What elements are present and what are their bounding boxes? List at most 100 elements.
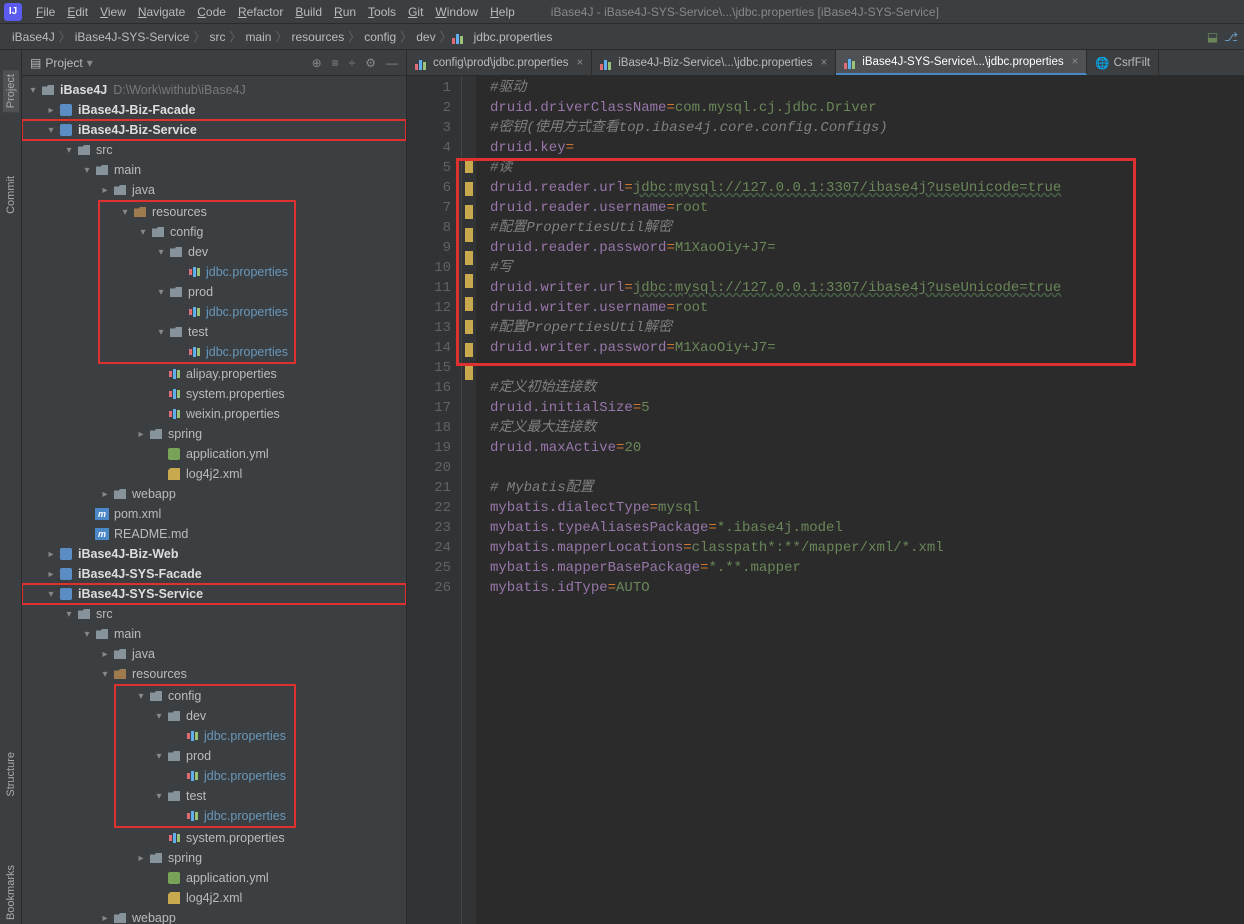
collapse-all-icon[interactable]: ÷ [349,56,356,70]
chevron-right-icon[interactable]: ▸ [44,549,58,560]
close-icon[interactable]: × [1072,56,1079,68]
editor-tab[interactable]: 🌐CsrfFilt [1087,50,1159,75]
code-area[interactable]: #驱动druid.driverClassName=com.mysql.cj.jd… [476,76,1244,924]
menu-refactor[interactable]: Refactor [232,3,289,21]
chevron-down-icon[interactable]: ▾ [80,165,94,176]
code-line[interactable]: druid.writer.url=jdbc:mysql://127.0.0.1:… [490,278,1244,298]
chevron-down-icon[interactable]: ▾ [44,589,58,600]
chevron-down-icon[interactable]: ▾ [154,247,168,258]
chevron-down-icon[interactable]: ▾ [134,691,148,702]
crumb[interactable]: jdbc.properties [470,30,557,44]
code-line[interactable]: mybatis.typeAliasesPackage=*.ibase4j.mod… [490,518,1244,538]
menu-git[interactable]: Git [402,3,429,21]
tree-item[interactable]: ▸java [22,180,406,200]
chevron-down-icon[interactable]: ▾ [62,609,76,620]
tree-item[interactable]: weixin.properties [22,404,406,424]
tree-item[interactable]: ▸webapp [22,908,406,924]
menu-navigate[interactable]: Navigate [132,3,191,21]
menu-code[interactable]: Code [191,3,232,21]
tree-item[interactable]: log4j2.xml [22,888,406,908]
tree-item[interactable]: ▾prod [116,746,294,766]
tree-item[interactable]: application.yml [22,868,406,888]
code-line[interactable]: #配置PropertiesUtil解密 [490,218,1244,238]
code-line[interactable]: #读 [490,158,1244,178]
tree-item[interactable]: ▸spring [22,424,406,444]
code-line[interactable]: #写 [490,258,1244,278]
chevron-down-icon[interactable]: ▾ [62,145,76,156]
code-line[interactable]: #配置PropertiesUtil解密 [490,318,1244,338]
tree-item[interactable]: ▸iBase4J-Biz-Web [22,544,406,564]
tree-item[interactable]: ▾src [22,140,406,160]
editor-tab[interactable]: iBase4J-SYS-Service\...\jdbc.properties× [836,50,1087,75]
tool-tab-bookmarks[interactable]: Bookmarks [3,861,19,924]
git-icon[interactable]: ⎇ [1224,30,1238,44]
code-line[interactable]: druid.reader.url=jdbc:mysql://127.0.0.1:… [490,178,1244,198]
chevron-down-icon[interactable]: ▾ [44,125,58,136]
crumb[interactable]: iBase4J-SYS-Service [71,30,194,44]
crumb[interactable]: config [360,30,400,44]
project-tree[interactable]: ▾iBase4JD:\Work\withub\iBase4J▸iBase4J-B… [22,76,406,924]
menu-view[interactable]: View [94,3,132,21]
tree-item[interactable]: alipay.properties [22,364,406,384]
menu-build[interactable]: Build [289,3,328,21]
tree-item[interactable]: ▾src [22,604,406,624]
chevron-right-icon[interactable]: ▸ [134,853,148,864]
hide-icon[interactable]: — [386,56,398,70]
tree-item[interactable]: jdbc.properties [100,342,294,362]
tree-item[interactable]: ▾dev [100,242,294,262]
tree-item[interactable]: system.properties [22,384,406,404]
code-line[interactable]: mybatis.dialectType=mysql [490,498,1244,518]
close-icon[interactable]: × [821,57,828,69]
module-biz-service[interactable]: ▾iBase4J-Biz-Service [22,120,406,140]
tree-item[interactable]: ▸webapp [22,484,406,504]
code-line[interactable] [490,358,1244,378]
tree-item[interactable]: jdbc.properties [100,302,294,322]
crumb[interactable]: main [241,30,275,44]
chevron-right-icon[interactable]: ▸ [98,913,112,924]
chevron-down-icon[interactable]: ▾ [136,227,150,238]
chevron-down-icon[interactable]: ▾ [118,207,132,218]
code-line[interactable]: druid.key= [490,138,1244,158]
menu-tools[interactable]: Tools [362,3,402,21]
tree-item[interactable]: ▾resources [22,664,406,684]
code-line[interactable]: druid.reader.username=root [490,198,1244,218]
chevron-down-icon[interactable]: ▾ [98,669,112,680]
code-line[interactable]: #驱动 [490,78,1244,98]
tree-item[interactable]: ▾config [100,222,294,242]
chevron-down-icon[interactable]: ▾ [80,629,94,640]
dropdown-icon[interactable]: ▾ [87,56,93,70]
tree-item[interactable]: application.yml [22,444,406,464]
tree-item[interactable]: ▾main [22,624,406,644]
tree-item[interactable]: jdbc.properties [100,262,294,282]
code-line[interactable]: druid.writer.username=root [490,298,1244,318]
tree-item[interactable]: jdbc.properties [116,726,294,746]
code-line[interactable]: druid.initialSize=5 [490,398,1244,418]
tree-item[interactable]: ▾dev [116,706,294,726]
tree-item[interactable]: ▸java [22,644,406,664]
chevron-down-icon[interactable]: ▾ [26,85,40,96]
tree-item[interactable]: ▾main [22,160,406,180]
menu-file[interactable]: File [30,3,61,21]
chevron-down-icon[interactable]: ▾ [152,711,166,722]
menu-window[interactable]: Window [429,3,484,21]
tool-tab-commit[interactable]: Commit [3,172,19,218]
menu-edit[interactable]: Edit [61,3,94,21]
tool-tab-structure[interactable]: Structure [3,748,19,801]
close-icon[interactable]: × [577,57,584,69]
chevron-right-icon[interactable]: ▸ [134,429,148,440]
code-line[interactable]: #定义初始连接数 [490,378,1244,398]
code-line[interactable]: mybatis.mapperBasePackage=*.**.mapper [490,558,1244,578]
code-line[interactable]: druid.writer.password=M1XaoOiy+J7= [490,338,1244,358]
code-line[interactable]: druid.reader.password=M1XaoOiy+J7= [490,238,1244,258]
editor-tab[interactable]: config\prod\jdbc.properties× [407,50,592,75]
chevron-right-icon[interactable]: ▸ [98,185,112,196]
code-line[interactable]: mybatis.mapperLocations=classpath*:**/ma… [490,538,1244,558]
tree-item[interactable]: ▾test [100,322,294,342]
chevron-down-icon[interactable]: ▾ [154,327,168,338]
chevron-right-icon[interactable]: ▸ [44,105,58,116]
tree-item[interactable]: ▸iBase4J-SYS-Facade [22,564,406,584]
chevron-down-icon[interactable]: ▾ [154,287,168,298]
tree-item[interactable]: pom.xml [22,504,406,524]
module-sys-service[interactable]: ▾iBase4J-SYS-Service [22,584,406,604]
chevron-down-icon[interactable]: ▾ [152,751,166,762]
